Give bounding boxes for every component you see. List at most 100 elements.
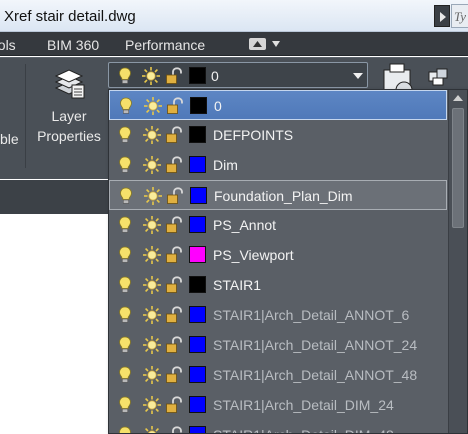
sun-icon[interactable] [142, 305, 162, 325]
lightbulb-icon[interactable] [118, 336, 132, 354]
unlocked-padlock-icon[interactable] [165, 306, 183, 324]
unlocked-padlock-icon[interactable] [165, 366, 183, 384]
sun-icon[interactable] [142, 245, 162, 265]
layer-color-swatch[interactable] [189, 366, 206, 383]
chevron-up-icon [453, 95, 463, 101]
layer-name: PS_Viewport [213, 247, 294, 263]
layer-properties-button[interactable]: Layer Properties [30, 60, 108, 164]
layer-color-swatch[interactable] [189, 156, 206, 173]
layer-state-icon[interactable] [427, 66, 449, 88]
ribbon-separator [25, 64, 26, 168]
layer-name: DEFPOINTS [213, 127, 294, 143]
layer-name: STAIR1|Arch_Detail_DIM_48 [213, 427, 394, 433]
lightbulb-icon[interactable] [119, 97, 133, 115]
layer-properties-label-line2: Properties [37, 128, 101, 144]
sun-icon[interactable] [142, 125, 162, 145]
layer-name: 0 [214, 98, 222, 114]
sun-icon[interactable] [143, 186, 163, 206]
chevron-right-icon [440, 12, 446, 22]
layer-name: Foundation_Plan_Dim [214, 188, 353, 204]
layer-name: STAIR1 [213, 277, 261, 293]
ribbon-tab-bar: ools BIM 360 Performance [0, 32, 468, 56]
lightbulb-icon[interactable] [118, 276, 132, 294]
layer-list-item[interactable]: Dim [109, 150, 447, 180]
sun-icon[interactable] [142, 215, 162, 235]
lightbulb-icon[interactable] [118, 396, 132, 414]
unlocked-padlock-icon [166, 67, 182, 84]
current-layer-swatch [189, 67, 206, 84]
scrollbar[interactable] [448, 90, 467, 433]
scroll-up-button[interactable] [449, 90, 467, 106]
layer-list-item[interactable]: STAIR1 [109, 270, 447, 300]
layer-color-swatch[interactable] [189, 306, 206, 323]
lightbulb-icon [119, 67, 131, 84]
layer-list-item[interactable]: STAIR1|Arch_Detail_ANNOT_24 [109, 330, 447, 360]
layer-stack-icon [54, 69, 85, 99]
layer-list-item[interactable]: PS_Annot [109, 210, 447, 240]
unlocked-padlock-icon[interactable] [165, 396, 183, 414]
layer-color-swatch[interactable] [189, 126, 206, 143]
search-box[interactable]: Ty [451, 4, 468, 28]
lightbulb-icon[interactable] [118, 156, 132, 174]
unlocked-padlock-icon[interactable] [166, 97, 184, 115]
panel-toggle-icon [249, 38, 266, 50]
unlocked-padlock-icon[interactable] [165, 336, 183, 354]
lightbulb-icon[interactable] [118, 306, 132, 324]
lightbulb-icon[interactable] [118, 426, 132, 434]
tab-performance[interactable]: Performance [125, 37, 205, 53]
layer-list-item[interactable]: 0 [109, 90, 447, 120]
layer-color-swatch[interactable] [190, 187, 207, 204]
layer-color-swatch[interactable] [189, 276, 206, 293]
layer-list-item[interactable]: Foundation_Plan_Dim [109, 180, 447, 210]
layer-color-swatch[interactable] [190, 97, 207, 114]
dropdown-arrow-icon [353, 73, 363, 79]
layer-name: STAIR1|Arch_Detail_ANNOT_48 [213, 367, 418, 383]
sun-icon [142, 67, 160, 85]
unlocked-padlock-icon[interactable] [165, 216, 183, 234]
layer-name: PS_Annot [213, 217, 277, 233]
title-expand-button[interactable] [434, 5, 450, 27]
sun-icon[interactable] [142, 395, 162, 415]
layer-color-swatch[interactable] [189, 396, 206, 413]
lightbulb-icon[interactable] [118, 126, 132, 144]
layer-color-swatch[interactable] [189, 426, 206, 433]
unlocked-padlock-icon[interactable] [165, 126, 183, 144]
layer-name: STAIR1|Arch_Detail_ANNOT_6 [213, 307, 410, 323]
title-bar: Xref stair detail.dwg Ty [0, 0, 468, 32]
layer-list-item[interactable]: DEFPOINTS [109, 120, 447, 150]
layer-name: STAIR1|Arch_Detail_ANNOT_24 [213, 337, 418, 353]
lightbulb-icon[interactable] [118, 216, 132, 234]
scroll-thumb[interactable] [452, 108, 464, 228]
tab-bim-360[interactable]: BIM 360 [47, 37, 99, 53]
caret-down-icon [272, 41, 280, 47]
sun-icon[interactable] [142, 335, 162, 355]
layer-list-item[interactable]: STAIR1|Arch_Detail_DIM_48 [109, 420, 447, 434]
sun-icon[interactable] [142, 425, 162, 434]
sun-icon[interactable] [142, 365, 162, 385]
unlocked-padlock-icon[interactable] [165, 276, 183, 294]
sun-icon[interactable] [142, 155, 162, 175]
unlocked-padlock-icon[interactable] [165, 156, 183, 174]
tab-tools[interactable]: ools [0, 37, 16, 53]
layer-list-item[interactable]: PS_Viewport [109, 240, 447, 270]
layer-dropdown-list[interactable]: 0 DEFPOINTS Dim Foundation_Plan_Dim PS_Annot… [108, 89, 468, 434]
layer-list-item[interactable]: STAIR1|Arch_Detail_ANNOT_48 [109, 360, 447, 390]
layer-color-swatch[interactable] [189, 246, 206, 263]
current-layer-name: 0 [211, 68, 219, 84]
ribbon-partial-label: ble [0, 131, 19, 147]
lightbulb-icon[interactable] [119, 187, 133, 205]
sun-icon[interactable] [142, 275, 162, 295]
unlocked-padlock-icon[interactable] [165, 426, 183, 434]
unlocked-padlock-icon[interactable] [165, 246, 183, 264]
layer-color-swatch[interactable] [189, 216, 206, 233]
layer-combo-box[interactable]: 0 [108, 62, 368, 88]
search-glyph: Ty [454, 9, 467, 24]
layer-list-item[interactable]: STAIR1|Arch_Detail_ANNOT_6 [109, 300, 447, 330]
sun-icon[interactable] [143, 96, 163, 116]
lightbulb-icon[interactable] [118, 246, 132, 264]
unlocked-padlock-icon[interactable] [166, 187, 184, 205]
ribbon-display-options[interactable] [249, 37, 291, 52]
layer-list-item[interactable]: STAIR1|Arch_Detail_DIM_24 [109, 390, 447, 420]
lightbulb-icon[interactable] [118, 366, 132, 384]
layer-color-swatch[interactable] [189, 336, 206, 353]
